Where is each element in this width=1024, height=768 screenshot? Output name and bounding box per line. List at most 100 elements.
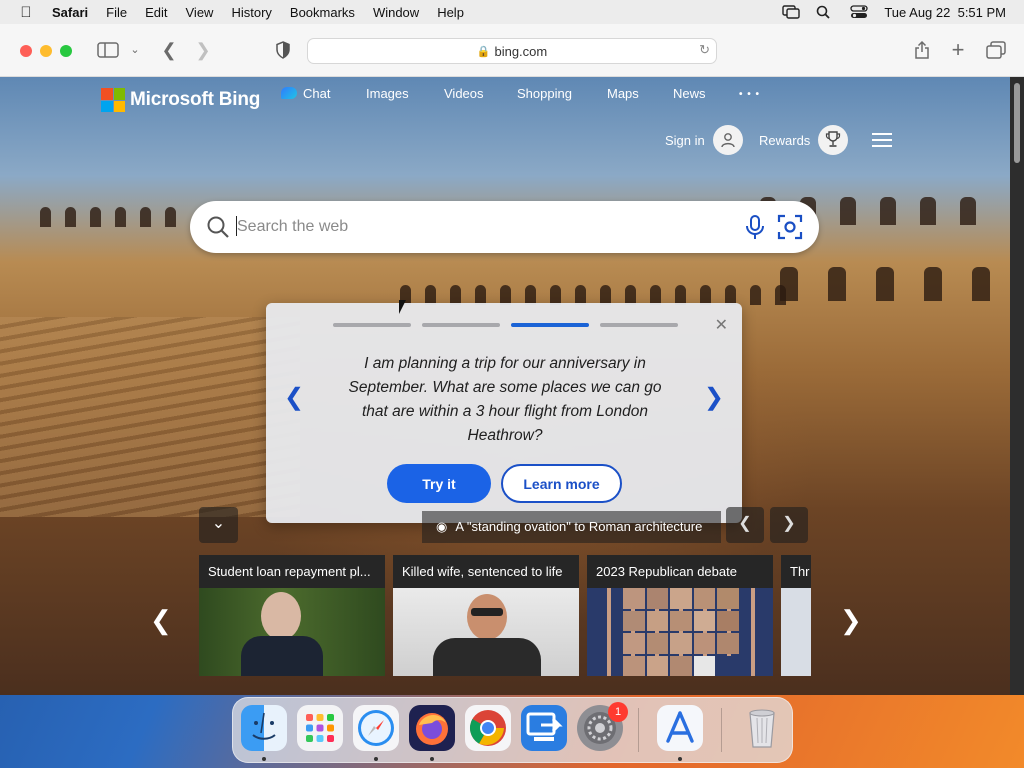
chat-suggestion-popup: ✕ ❮ ❯ I am planning a trip for our anniv… [266, 303, 742, 523]
next-suggestion-icon[interactable]: ❯ [704, 383, 724, 412]
next-image-button[interactable]: ❯ [770, 507, 808, 543]
notification-badge: 1 [608, 702, 628, 722]
xcode-instruments-icon[interactable] [657, 705, 703, 751]
address-url: bing.com [494, 43, 548, 59]
arena-steps-decoration [0, 317, 300, 517]
chrome-icon[interactable] [465, 705, 511, 751]
news-card[interactable]: 2023 Republican debate [587, 555, 773, 676]
learn-more-button[interactable]: Learn more [501, 464, 622, 503]
try-it-button[interactable]: Try it [387, 464, 491, 503]
close-window-button[interactable] [20, 45, 32, 57]
user-avatar-icon [712, 125, 743, 155]
page-scrollbar[interactable] [1010, 77, 1024, 695]
privacy-shield-icon[interactable] [273, 38, 293, 62]
nav-news[interactable]: News [673, 86, 706, 101]
arena-arches-decoration [780, 267, 990, 301]
news-card-title: Killed wife, sentenced to life [393, 555, 579, 588]
microsoft-bing-logo[interactable]: Microsoft Bing [101, 88, 260, 112]
menu-file[interactable]: File [97, 5, 136, 20]
running-indicator [262, 757, 266, 761]
news-card-image [587, 588, 773, 676]
running-indicator [430, 757, 434, 761]
progress-step[interactable] [600, 323, 678, 327]
carousel-progress [333, 323, 678, 327]
dock [232, 697, 793, 763]
spotlight-search-icon[interactable] [816, 5, 834, 19]
rewards-label: Rewards [759, 132, 811, 148]
share-icon[interactable] [912, 38, 932, 62]
zoom-window-button[interactable] [60, 45, 72, 57]
news-prev-icon[interactable]: ❮ [150, 605, 172, 636]
chat-icon [281, 86, 297, 99]
nav-chat[interactable]: Chat [281, 86, 330, 101]
tab-overview-icon[interactable] [985, 38, 1007, 62]
visual-search-icon[interactable] [777, 214, 803, 245]
news-card[interactable]: Killed wife, sentenced to life [393, 555, 579, 676]
bing-homepage: Microsoft Bing Chat Images Videos Shoppi… [0, 77, 1010, 695]
running-indicator [678, 757, 682, 761]
news-card-image [393, 588, 579, 676]
display-mirroring-icon[interactable] [782, 5, 801, 19]
news-card-title: 2023 Republican debate [587, 555, 773, 588]
menu-app-name[interactable]: Safari [52, 5, 97, 20]
rewards-button[interactable]: Rewards [759, 125, 849, 155]
mouse-cursor-icon [399, 300, 406, 314]
address-bar[interactable]: 🔒 bing.com ↻ [307, 38, 717, 64]
menu-edit[interactable]: Edit [136, 5, 176, 20]
collapse-feed-chevron-icon[interactable]: ⌄ [199, 507, 238, 543]
dock-separator [721, 708, 722, 752]
menu-view[interactable]: View [177, 5, 223, 20]
progress-step[interactable] [422, 323, 500, 327]
control-center-icon[interactable] [850, 5, 868, 19]
back-button[interactable]: ❮ [158, 38, 180, 62]
new-tab-icon[interactable]: + [948, 38, 968, 62]
launchpad-icon[interactable] [297, 705, 343, 751]
safari-icon[interactable] [353, 705, 399, 751]
reload-icon[interactable]: ↻ [699, 42, 710, 58]
progress-step-active[interactable] [511, 323, 589, 327]
search-input[interactable] [237, 215, 717, 239]
menu-bookmarks[interactable]: Bookmarks [281, 5, 364, 20]
safari-window: ⌄ ❮ ❯ 🔒 bing.com ↻ + Microsoft Bing Chat… [0, 24, 1024, 695]
sign-in-button[interactable]: Sign in [665, 125, 743, 155]
microphone-icon[interactable] [745, 215, 765, 246]
sign-in-label: Sign in [665, 132, 705, 148]
menu-history[interactable]: History [222, 5, 280, 20]
progress-step[interactable] [333, 323, 411, 327]
nav-images[interactable]: Images [366, 86, 409, 101]
previous-image-button[interactable]: ❮ [726, 507, 764, 543]
nav-videos[interactable]: Videos [444, 86, 484, 101]
sidebar-menu-chevron-icon[interactable]: ⌄ [128, 38, 142, 62]
image-caption[interactable]: ◉ A "standing ovation" to Roman architect… [422, 511, 721, 543]
menu-help[interactable]: Help [428, 5, 473, 20]
news-next-icon[interactable]: ❯ [840, 605, 862, 636]
nav-shopping[interactable]: Shopping [517, 86, 572, 101]
sidebar-toggle-icon[interactable] [96, 38, 120, 62]
news-card-image [199, 588, 385, 676]
news-card-image [781, 588, 811, 676]
nav-maps[interactable]: Maps [607, 86, 639, 101]
dock-separator [638, 708, 639, 752]
forward-button[interactable]: ❯ [192, 38, 214, 62]
search-icon [206, 215, 230, 244]
minimize-window-button[interactable] [40, 45, 52, 57]
news-card[interactable]: Thr [781, 555, 811, 676]
close-icon[interactable]: ✕ [715, 315, 728, 335]
menu-clock[interactable]: Tue Aug 22 5:51 PM [884, 5, 1006, 20]
search-box [190, 201, 819, 253]
trash-icon[interactable] [739, 705, 785, 751]
hamburger-menu-icon[interactable] [872, 133, 892, 147]
finder-icon[interactable] [241, 705, 287, 751]
news-card[interactable]: Student loan repayment pl... [199, 555, 385, 676]
image-caption-text: A "standing ovation" to Roman architectu… [455, 519, 703, 534]
remote-desktop-icon[interactable] [521, 705, 567, 751]
suggestion-prompt-text: I am planning a trip for our anniversary… [348, 355, 662, 444]
firefox-icon[interactable] [409, 705, 455, 751]
lock-icon: 🔒 [476, 45, 491, 58]
nav-more-icon[interactable]: • • • [739, 89, 760, 100]
scrollbar-thumb[interactable] [1014, 83, 1020, 163]
text-caret [236, 216, 237, 236]
previous-suggestion-icon[interactable]: ❮ [284, 383, 304, 412]
apple-menu-icon[interactable]:  [0, 4, 52, 21]
menu-window[interactable]: Window [364, 5, 428, 20]
